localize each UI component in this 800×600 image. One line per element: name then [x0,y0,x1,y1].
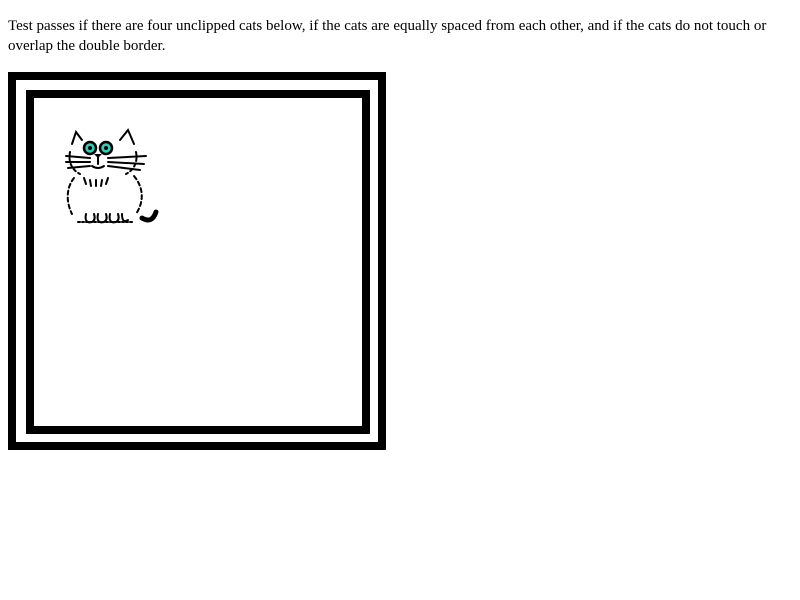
double-border-inner [26,90,370,434]
double-border-outer [8,72,386,450]
test-instructions: Test passes if there are four unclipped … [8,18,767,54]
cat-icon [64,122,164,226]
